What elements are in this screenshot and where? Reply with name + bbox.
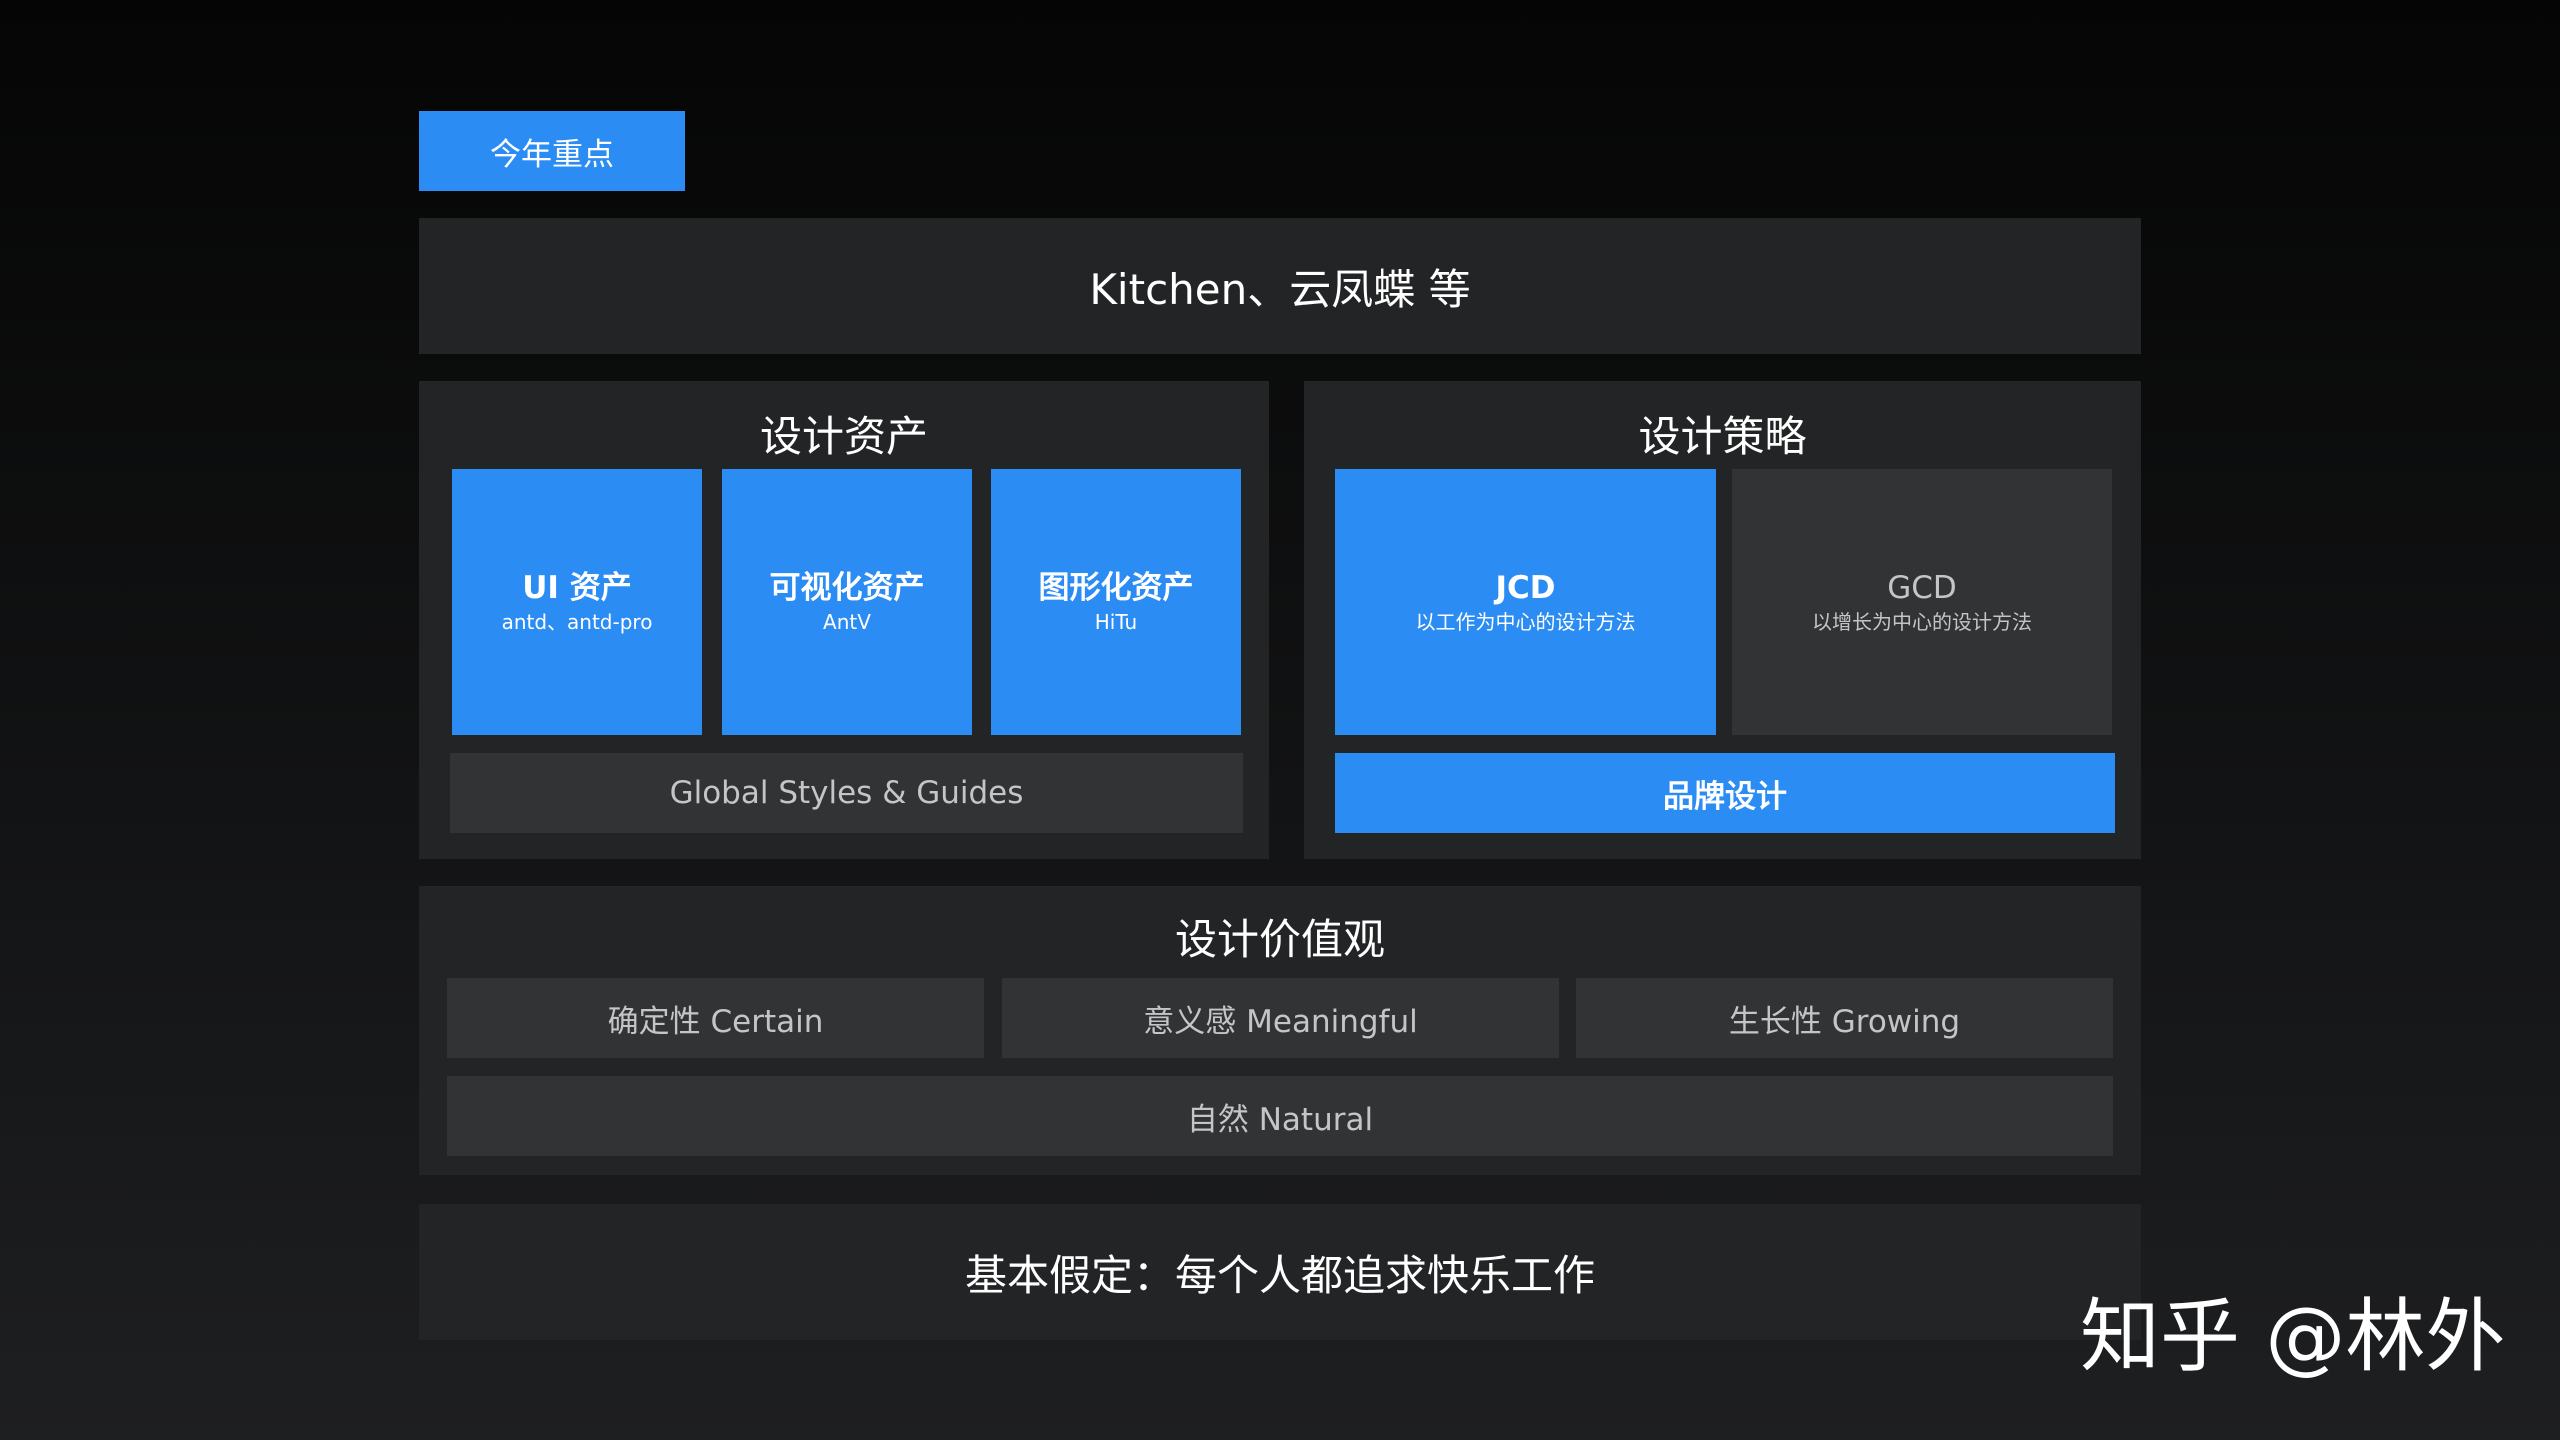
design-values-section: 设计价值观 确定性 Certain 意义感 Meaningful 生长性 Gro…: [419, 886, 2141, 1175]
visualization-assets-title: 可视化资产: [769, 569, 925, 606]
design-strategy-section: 设计策略 JCD 以工作为中心的设计方法 GCD 以增长为中心的设计方法 品牌设…: [1304, 381, 2141, 859]
value-growing-label: 生长性 Growing: [1728, 1003, 1961, 1040]
zhihu-watermark: 知乎 @林外: [2080, 1280, 2520, 1383]
value-natural-label: 自然 Natural: [1186, 1101, 1374, 1138]
gcd-title: GCD: [1887, 569, 1957, 606]
value-meaningful: 意义感 Meaningful: [1002, 978, 1559, 1058]
design-assets-title: 设计资产: [759, 412, 928, 461]
design-strategy-title: 设计策略: [1638, 412, 1807, 461]
brand-design-bar: 品牌设计: [1335, 753, 2115, 833]
brand-design-label: 品牌设计: [1663, 778, 1787, 815]
visualization-assets-card: 可视化资产 AntV: [722, 469, 972, 735]
value-meaningful-label: 意义感 Meaningful: [1143, 1003, 1418, 1040]
ui-assets-card: UI 资产 antd、antd-pro: [452, 469, 702, 735]
graphic-assets-card: 图形化资产 HiTu: [991, 469, 1241, 735]
year-focus-tag: 今年重点: [419, 111, 685, 191]
value-certain-label: 确定性 Certain: [607, 1003, 824, 1040]
visualization-assets-subtitle: AntV: [823, 610, 871, 635]
design-values-title: 设计价值观: [1174, 915, 1385, 964]
value-growing: 生长性 Growing: [1576, 978, 2113, 1058]
graphic-assets-title: 图形化资产: [1038, 569, 1194, 606]
global-styles-label: Global Styles & Guides: [669, 775, 1024, 811]
design-assets-section: 设计资产 UI 资产 antd、antd-pro 可视化资产 AntV 图形化资…: [419, 381, 1269, 859]
graphic-assets-subtitle: HiTu: [1094, 610, 1138, 635]
gcd-subtitle: 以增长为中心的设计方法: [1812, 610, 2032, 635]
global-styles-bar: Global Styles & Guides: [450, 753, 1243, 833]
basic-assumption-text: 基本假定：每个人都追求快乐工作: [964, 1250, 1595, 1300]
jcd-subtitle: 以工作为中心的设计方法: [1415, 610, 1636, 635]
jcd-title: JCD: [1495, 569, 1556, 606]
banner-text: Kitchen、云凤蝶 等: [1089, 264, 1471, 314]
ui-assets-subtitle: antd、antd-pro: [501, 610, 653, 635]
jcd-card: JCD 以工作为中心的设计方法: [1335, 469, 1716, 735]
watermark-text: 知乎 @林外: [2080, 1290, 2506, 1383]
gcd-card: GCD 以增长为中心的设计方法: [1732, 469, 2112, 735]
ui-assets-title: UI 资产: [522, 569, 632, 606]
basic-assumption-panel: 基本假定：每个人都追求快乐工作: [419, 1204, 2141, 1340]
value-certain: 确定性 Certain: [447, 978, 984, 1058]
kitchen-banner: Kitchen、云凤蝶 等: [419, 218, 2141, 354]
value-natural: 自然 Natural: [447, 1076, 2113, 1156]
